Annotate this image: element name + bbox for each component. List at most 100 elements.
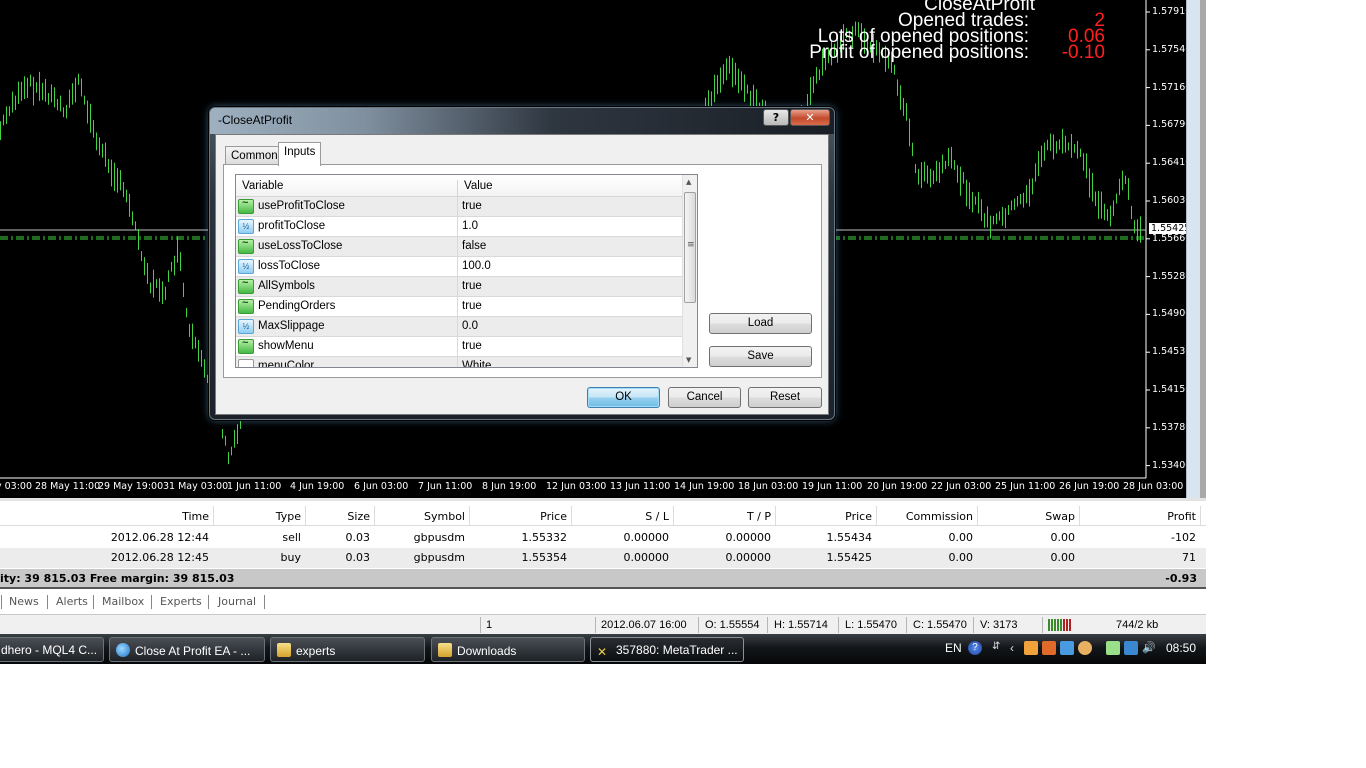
reset-button[interactable]: Reset [748, 387, 822, 408]
help-icon[interactable]: ? [968, 641, 982, 655]
variable-value[interactable]: 100.0 [462, 260, 491, 272]
tab-inputs[interactable]: Inputs [278, 142, 322, 166]
scroll-down-arrow-icon[interactable]: ▼ [686, 356, 691, 364]
column-header-symbol[interactable]: Symbol [424, 510, 465, 523]
trade-row[interactable]: 2012.06.28 12:45 buy 0.03 gbpusdm 1.55354 0.0… [0, 548, 1206, 568]
input-row-PendingOrders[interactable]: PendingOrders true [236, 297, 683, 317]
input-row-lossToClose[interactable]: ½ lossToClose 100.0 [236, 257, 683, 277]
column-header-size[interactable]: Size [347, 510, 370, 523]
variable-value[interactable]: false [462, 240, 486, 252]
variable-value[interactable]: true [462, 280, 482, 292]
language-indicator[interactable]: EN [945, 641, 962, 655]
taskbar-item-mql4[interactable]: dhero - MQL4 C... [0, 637, 104, 662]
network-toggle-icon[interactable]: ⇵ [992, 641, 1006, 655]
dropbox-icon[interactable] [1060, 641, 1074, 655]
column-header-price[interactable]: Price [540, 510, 567, 523]
load-button[interactable]: Load [709, 313, 812, 334]
variable-name: useProfitToClose [258, 200, 345, 212]
scroll-up-arrow-icon[interactable]: ▲ [686, 178, 691, 186]
show-hidden-icons-chevron-icon[interactable]: ‹ [1010, 641, 1024, 655]
input-row-AllSymbols[interactable]: AllSymbols true [236, 277, 683, 297]
time-tick-label: 25 Jun 11:00 [995, 481, 1056, 492]
java-icon[interactable] [1042, 641, 1056, 655]
window-scrollbar[interactable] [1186, 0, 1206, 498]
input-row-profitToClose[interactable]: ½ profitToClose 1.0 [236, 217, 683, 237]
taskbar-item-metatrader[interactable]: ✕ 357880: MetaTrader ... [590, 637, 744, 662]
tab-common[interactable]: Common [225, 146, 284, 165]
messenger-icon[interactable] [1024, 641, 1038, 655]
tab-divider [93, 595, 94, 609]
column-divider[interactable] [374, 506, 375, 526]
column-divider [457, 317, 458, 337]
column-divider[interactable] [673, 506, 674, 526]
column-header-sl[interactable]: S / L [645, 510, 669, 523]
tab-mailbox[interactable]: Mailbox [102, 595, 144, 608]
dialog-titlebar[interactable] [210, 108, 834, 134]
variable-value[interactable]: White [462, 360, 491, 367]
input-row-showMenu[interactable]: showMenu true [236, 337, 683, 357]
column-divider[interactable] [305, 506, 306, 526]
grid-scrollbar[interactable]: ▲ ≡ ▼ [682, 175, 697, 367]
trade-cell: 0.03 [345, 531, 371, 544]
variable-value[interactable]: true [462, 200, 482, 212]
ok-button[interactable]: OK [587, 387, 660, 408]
input-row-useLossToClose[interactable]: useLossToClose false [236, 237, 683, 257]
variable-value[interactable]: true [462, 340, 482, 352]
column-divider [457, 357, 458, 367]
boolean-type-icon [238, 197, 254, 214]
taskbar-item-downloads[interactable]: Downloads [431, 637, 585, 662]
time-tick-label: 13 Jun 11:00 [610, 481, 671, 492]
taskbar-item-close-at-profit[interactable]: Close At Profit EA - ... [109, 637, 265, 662]
variable-name: menuColor [258, 360, 315, 368]
column-divider[interactable] [775, 506, 776, 526]
column-divider[interactable] [571, 506, 572, 526]
column-header-variable[interactable]: Variable [242, 180, 283, 192]
dialog-body: Common Inputs Variable Value useProfitTo… [215, 134, 829, 415]
column-divider[interactable] [213, 506, 214, 526]
status-open: O: 1.55554 [705, 619, 760, 631]
column-header-swap[interactable]: Swap [1045, 510, 1075, 523]
column-header-time[interactable]: Time [182, 510, 209, 523]
column-divider[interactable] [876, 506, 877, 526]
column-header-value[interactable]: Value [464, 180, 493, 192]
input-row-menuColor[interactable]: menuColor White [236, 357, 683, 368]
scroll-thumb[interactable]: ≡ [684, 192, 696, 303]
cancel-button[interactable]: Cancel [668, 387, 741, 408]
network-icon[interactable] [1124, 641, 1138, 655]
column-header-type[interactable]: Type [276, 510, 301, 523]
variable-value[interactable]: true [462, 300, 482, 312]
tab-news[interactable]: News [9, 595, 39, 608]
taskbar-item-experts[interactable]: experts [270, 637, 425, 662]
total-profit: -0.93 [1165, 572, 1197, 585]
column-header-tp[interactable]: T / P [747, 510, 771, 523]
variable-value[interactable]: 1.0 [462, 220, 478, 232]
help-button[interactable]: ? [763, 109, 789, 126]
security-alert-icon[interactable] [1078, 641, 1092, 655]
column-header-profit[interactable]: Profit [1167, 510, 1196, 523]
overlay-profit-label: Profit of opened positions: [809, 42, 1029, 63]
status-divider [698, 617, 699, 633]
tab-journal[interactable]: Journal [218, 595, 256, 608]
time-tick-label: 6 Jun 03:00 [354, 481, 409, 492]
column-header-price[interactable]: Price [845, 510, 872, 523]
status-divider [1042, 617, 1043, 633]
trade-row[interactable]: 2012.06.28 12:44 sell 0.03 gbpusdm 1.55332 0.… [0, 528, 1206, 548]
volume-icon[interactable]: 🔊 [1142, 641, 1156, 655]
column-divider[interactable] [1079, 506, 1080, 526]
close-button[interactable]: ✕ [790, 109, 830, 126]
variable-value[interactable]: 0.0 [462, 320, 478, 332]
clock[interactable]: 08:50 [1166, 641, 1196, 655]
save-button[interactable]: Save [709, 346, 812, 367]
grid-header: Variable Value [236, 175, 683, 202]
battery-icon[interactable] [1106, 641, 1120, 655]
tab-experts[interactable]: Experts [160, 595, 202, 608]
column-divider[interactable] [1200, 506, 1201, 526]
input-row-useProfitToClose[interactable]: useProfitToClose true [236, 197, 683, 217]
input-row-MaxSlippage[interactable]: ½ MaxSlippage 0.0 [236, 317, 683, 337]
status-high: H: 1.55714 [774, 619, 828, 631]
column-divider[interactable] [977, 506, 978, 526]
column-header-commission[interactable]: Commission [906, 510, 973, 523]
boolean-type-icon [238, 297, 254, 314]
column-divider[interactable] [469, 506, 470, 526]
tab-alerts[interactable]: Alerts [56, 595, 88, 608]
